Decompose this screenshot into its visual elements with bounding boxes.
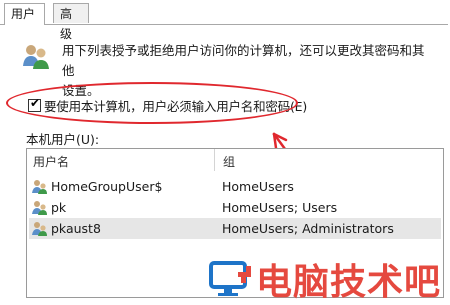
user-icon — [32, 180, 47, 194]
user-icon — [32, 201, 47, 215]
column-divider[interactable] — [214, 149, 215, 171]
tab-advanced[interactable]: 高级 — [53, 3, 89, 41]
row-group: HomeUsers; Users — [222, 200, 338, 215]
column-header-username[interactable]: 用户名 — [33, 153, 69, 170]
row-group: HomeUsers — [222, 179, 294, 194]
watermark-logo-icon — [209, 261, 251, 296]
row-username: pk — [51, 200, 67, 215]
row-username: HomeGroupUser$ — [51, 179, 163, 194]
table-row[interactable]: pk HomeUsers; Users — [29, 197, 441, 218]
row-group: HomeUsers; Administrators — [222, 221, 394, 236]
local-users-label: 本机用户(U): — [26, 132, 100, 147]
tab-users[interactable]: 用户 — [4, 3, 45, 25]
column-header-group[interactable]: 组 — [223, 153, 235, 170]
annotation-ellipse — [6, 82, 298, 124]
watermark-text: 电脑技术吧 — [256, 262, 442, 303]
description-line-1: 用下列表授予或拒绝用户访问你的计算机，还可以更改其密码和其他 — [62, 43, 425, 78]
user-icon — [32, 222, 47, 236]
users-icon — [23, 45, 49, 69]
table-row[interactable]: HomeGroupUser$ HomeUsers — [29, 176, 441, 197]
table-row[interactable]: pkaust8 HomeUsers; Administrators — [29, 218, 441, 239]
row-username: pkaust8 — [51, 221, 101, 236]
